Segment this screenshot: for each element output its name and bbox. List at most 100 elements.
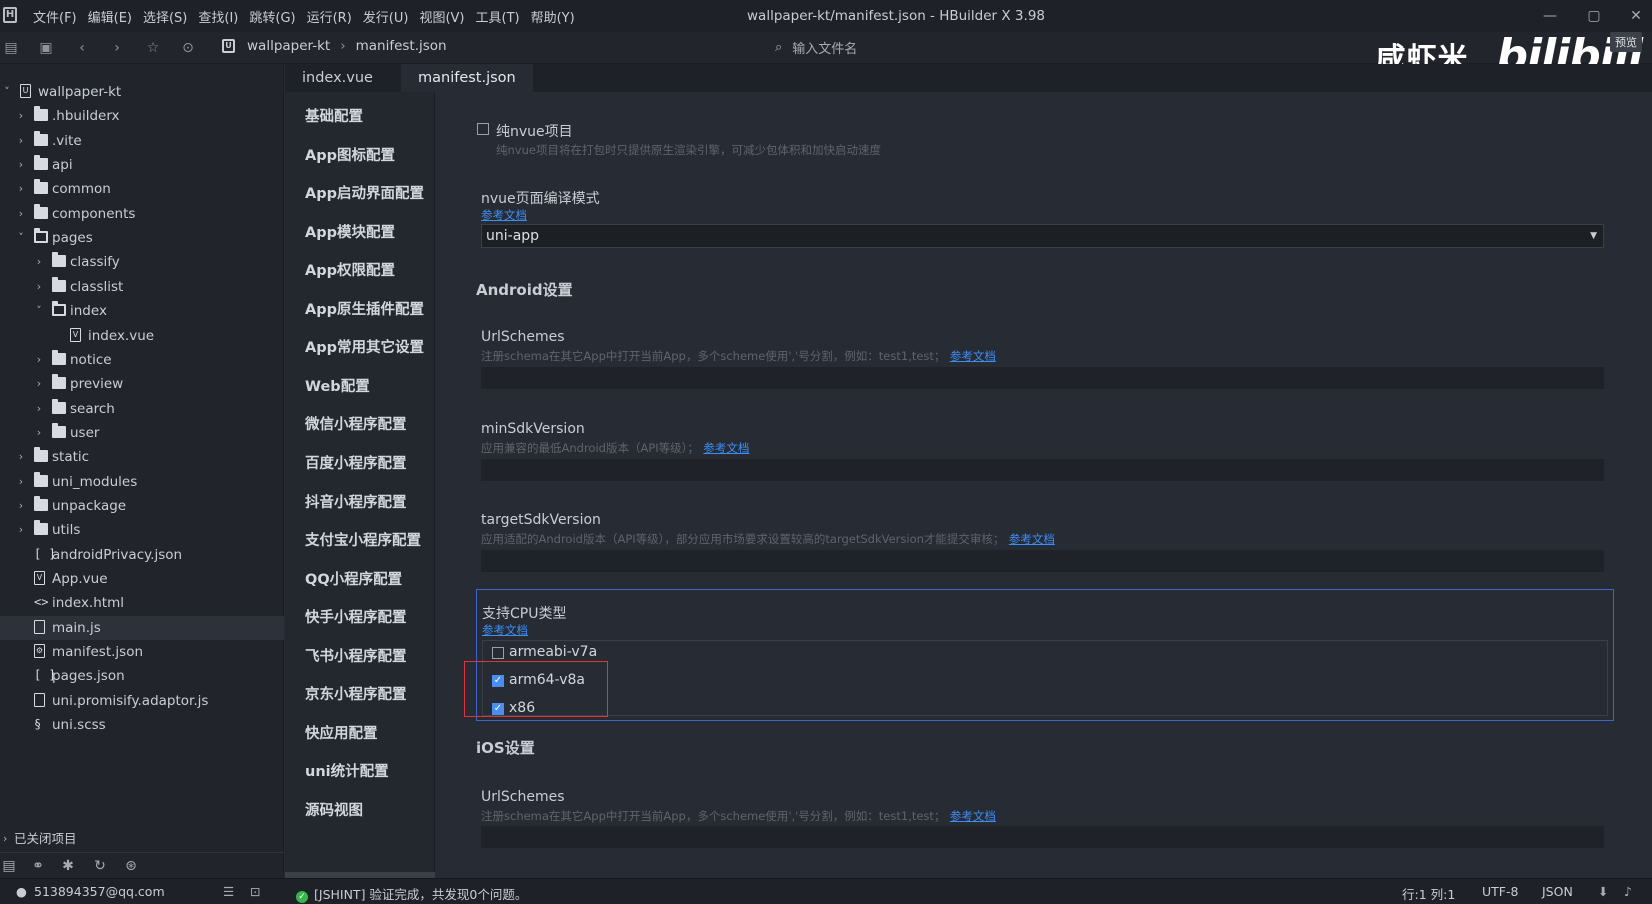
tree-item-app-vue[interactable]: V App.vue [0, 567, 284, 591]
run-icon[interactable]: ⊙ [179, 39, 197, 57]
tree-item-index[interactable]: ˅ index [0, 299, 284, 323]
config-nav-item[interactable]: App常用其它设置 [305, 336, 424, 357]
tree-item-manifest-json[interactable]: ⚙ manifest.json [0, 640, 284, 664]
main-scrollbar[interactable] [1644, 92, 1652, 878]
save-icon[interactable]: ▣ [37, 39, 55, 57]
tree-item-index-html[interactable]: <> index.html [0, 591, 284, 615]
tree-item-main-js[interactable]: main.js [0, 615, 284, 640]
tab-manifest-json[interactable]: manifest.json [401, 64, 533, 92]
config-nav-item[interactable]: QQ小程序配置 [305, 568, 402, 589]
min-sdk-doc-link[interactable]: 参考文档 [703, 441, 749, 455]
cpu-armeabi-v7a-checkbox[interactable] [492, 647, 504, 659]
encoding[interactable]: UTF-8 [1482, 884, 1518, 899]
files-icon[interactable]: ▤ [0, 857, 18, 875]
chevron-right-icon[interactable]: › [16, 494, 26, 518]
plugin-icon[interactable]: ⊛ [122, 857, 140, 875]
chevron-right-icon[interactable]: › [16, 129, 26, 153]
chevron-right-icon[interactable]: › [34, 397, 44, 421]
chevron-right-icon[interactable]: › [34, 421, 44, 445]
config-nav-item[interactable]: App模块配置 [305, 221, 395, 242]
back-icon[interactable]: ‹ [73, 39, 91, 57]
pure-nvue-checkbox[interactable] [477, 123, 489, 135]
close-icon[interactable]: ✕ [1624, 6, 1648, 26]
config-nav-item[interactable]: 百度小程序配置 [305, 452, 407, 473]
breadcrumb-file[interactable]: manifest.json [356, 38, 447, 54]
tree-item-unpackage[interactable]: › unpackage [0, 494, 284, 518]
list-icon[interactable]: ☰ [223, 884, 234, 899]
bug-icon[interactable]: ✱ [59, 857, 77, 875]
config-nav-item[interactable]: 抖音小程序配置 [305, 491, 407, 512]
tree-item-common[interactable]: › common [0, 177, 284, 201]
notification-bell-icon[interactable]: ♪ [1624, 884, 1632, 899]
terminal-icon[interactable]: ⊡ [250, 884, 260, 899]
tree-item-components[interactable]: › components [0, 202, 284, 226]
tree-item-pages-json[interactable]: [ ] pages.json [0, 664, 284, 688]
tree-item-api[interactable]: › api [0, 153, 284, 177]
config-nav-item[interactable]: Web配置 [305, 375, 370, 396]
tree-item-uni-modules[interactable]: › uni_modules [0, 470, 284, 494]
chevron-right-icon[interactable]: › [34, 275, 44, 299]
tree-item-index-vue[interactable]: Vindex.vue [0, 324, 284, 348]
tree-item-wallpaper-kt[interactable]: ˅ Uwallpaper-kt [0, 80, 284, 104]
language-mode[interactable]: JSON [1542, 884, 1573, 899]
tree-item-classlist[interactable]: › classlist [0, 275, 284, 299]
chevron-right-icon[interactable]: › [16, 445, 26, 469]
config-nav-item[interactable]: 支付宝小程序配置 [305, 529, 421, 550]
chevron-down-icon[interactable]: ˅ [2, 80, 12, 104]
account-icon[interactable]: ● [16, 884, 27, 899]
config-nav-item[interactable]: App权限配置 [305, 259, 395, 280]
preview-badge[interactable]: 预览 [1610, 32, 1642, 52]
chevron-right-icon[interactable]: › [16, 177, 26, 201]
config-nav-item[interactable]: 快手小程序配置 [305, 606, 407, 627]
binoculars-icon[interactable]: ⚭ [29, 857, 47, 875]
ios-url-schemes-input[interactable] [481, 826, 1604, 848]
chevron-right-icon[interactable]: › [34, 250, 44, 274]
nvue-compile-select[interactable]: uni-app ▼ [481, 224, 1604, 248]
target-sdk-input[interactable] [481, 550, 1604, 572]
breadcrumb-project[interactable]: wallpaper-kt [247, 38, 330, 54]
tree-item-static[interactable]: › static [0, 445, 284, 469]
config-nav-item[interactable]: App原生插件配置 [305, 298, 424, 319]
chevron-right-icon[interactable]: › [16, 104, 26, 128]
tree-item-uni-promisify-adaptor-js[interactable]: uni.promisify.adaptor.js [0, 689, 284, 713]
cursor-position[interactable]: 行:1 列:1 [1402, 884, 1455, 903]
tree-item-uni-scss[interactable]: § uni.scss [0, 713, 284, 737]
tree-item-utils[interactable]: › utils [0, 518, 284, 542]
chevron-down-icon[interactable]: ˅ [34, 299, 44, 323]
closed-projects[interactable]: › 已关闭项目 [0, 828, 284, 850]
config-nav-item[interactable]: 源码视图 [305, 799, 363, 820]
new-file-icon[interactable]: ▤ [2, 39, 20, 57]
config-nav-item[interactable]: 飞书小程序配置 [305, 645, 407, 666]
account-email[interactable]: 513894357@qq.com [34, 884, 165, 899]
cpu-type-doc-link[interactable]: 参考文档 [482, 622, 528, 638]
chevron-right-icon[interactable]: › [16, 153, 26, 177]
tree-item-hbuilderx[interactable]: › .hbuilderx [0, 104, 284, 128]
nvue-compile-doc-link[interactable]: 参考文档 [481, 207, 527, 223]
config-nav-item[interactable]: uni统计配置 [305, 760, 389, 781]
lint-status[interactable]: ✓ [JSHINT] 验证完成，共发现0个问题。 [296, 884, 527, 903]
star-icon[interactable]: ☆ [144, 39, 162, 57]
tree-item-androidprivacy-json[interactable]: [ ] androidPrivacy.json [0, 543, 284, 567]
url-schemes-doc-link[interactable]: 参考文档 [950, 349, 996, 363]
config-nav-item[interactable]: App启动界面配置 [305, 182, 424, 203]
chevron-right-icon[interactable]: › [16, 470, 26, 494]
config-nav-item[interactable]: 基础配置 [305, 105, 363, 126]
config-nav-item[interactable]: 快应用配置 [305, 722, 378, 743]
download-icon[interactable]: ⬇ [1598, 884, 1608, 899]
chevron-down-icon[interactable]: ˅ [16, 226, 26, 250]
tree-item-preview[interactable]: › preview [0, 372, 284, 396]
file-search-input[interactable]: 输入文件名 [792, 38, 857, 57]
chevron-right-icon[interactable]: › [34, 348, 44, 372]
tree-item-search[interactable]: › search [0, 397, 284, 421]
ios-url-schemes-doc-link[interactable]: 参考文档 [950, 809, 996, 823]
tree-item-notice[interactable]: › notice [0, 348, 284, 372]
tree-item-classify[interactable]: › classify [0, 250, 284, 274]
config-nav-item[interactable]: 微信小程序配置 [305, 413, 407, 434]
config-nav-item[interactable]: App图标配置 [305, 144, 395, 165]
tab-index-vue[interactable]: index.vue [285, 64, 390, 92]
chevron-right-icon[interactable]: › [16, 518, 26, 542]
url-schemes-input[interactable] [481, 367, 1604, 389]
config-nav-item[interactable]: 京东小程序配置 [305, 683, 407, 704]
target-sdk-doc-link[interactable]: 参考文档 [1009, 532, 1055, 546]
tree-item-user[interactable]: › user [0, 421, 284, 445]
